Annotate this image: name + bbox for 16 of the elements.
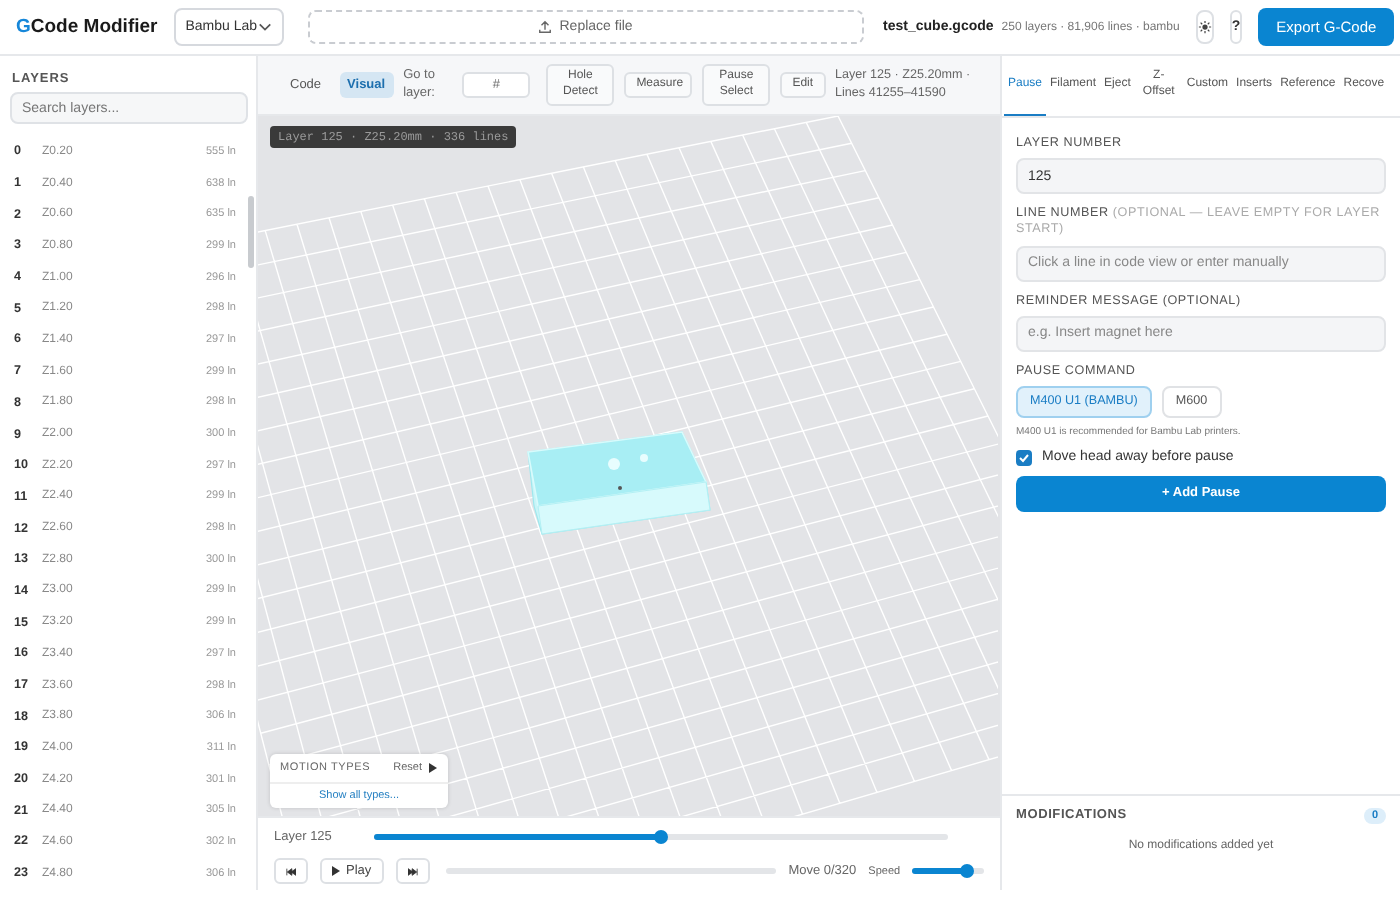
sun-icon (1197, 20, 1212, 34)
move-head-checkbox[interactable] (1016, 449, 1032, 466)
skip-forward-button[interactable] (395, 858, 430, 884)
skip-back-icon (286, 867, 296, 875)
theme-toggle-button[interactable] (1195, 10, 1214, 44)
expand-icon[interactable] (428, 761, 438, 773)
speed-slider-track[interactable] (912, 868, 984, 874)
layer-slider-track[interactable] (374, 834, 948, 840)
play-icon (332, 866, 340, 876)
skip-forward-icon (407, 867, 418, 875)
skip-back-button[interactable] (274, 858, 308, 884)
upload-icon (537, 20, 552, 34)
layer-slider-thumb[interactable] (654, 829, 668, 844)
chevron-down-icon (257, 22, 272, 32)
app-logo: GCode Modifier (16, 15, 158, 39)
speed-slider-thumb[interactable] (959, 863, 974, 878)
